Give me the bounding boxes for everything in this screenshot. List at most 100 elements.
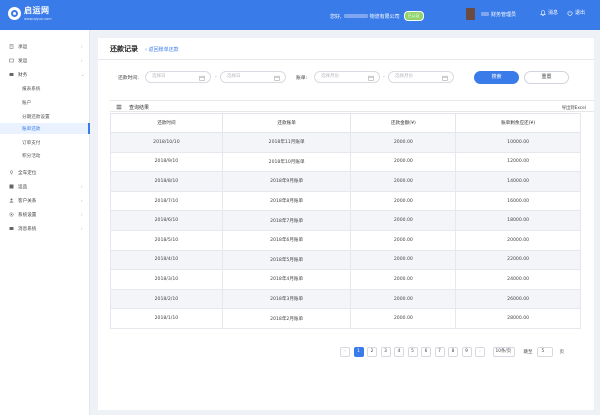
sidebar-item-vehicle-location[interactable]: 全车定位 (0, 167, 90, 178)
next-page-button[interactable]: › (475, 347, 485, 357)
table-header-row: 还款时间 还款账单 还款金额(¥) 账单剩余应还(¥) (110, 113, 581, 133)
date-end-input[interactable]: 选择日 (220, 71, 286, 83)
sidebar-item-bill-repayment[interactable]: 账单还款 (0, 123, 90, 134)
sidebar-item-installment[interactable]: 分期还款设置 (0, 111, 90, 122)
sidebar-item-shipping[interactable]: 发运 › (0, 55, 90, 66)
sidebar-item-points[interactable]: 积分活动 (0, 150, 90, 161)
month-start-input[interactable]: 选择月份 (314, 71, 380, 83)
sidebar-item-finance[interactable]: 财务 ⌄ (0, 69, 90, 80)
table-cell: 2000.00 (350, 171, 457, 192)
chevron-down-icon: ⌄ (81, 71, 85, 77)
redacted-company-prefix (343, 14, 368, 18)
table-cell: 20000.00 (455, 229, 581, 251)
logo-url: www.qiyun.com (24, 17, 52, 21)
sidebar-item-account[interactable]: 账户 (0, 97, 90, 108)
sidebar-item-label: 账单还款 (22, 126, 41, 132)
date-start-input[interactable]: 选择日 (145, 71, 211, 83)
people-icon (9, 198, 14, 203)
location-icon (10, 170, 13, 175)
table-cell: 16000.00 (455, 190, 581, 212)
chevron-right-icon: › (81, 197, 83, 203)
date-separator: - (215, 74, 217, 80)
table-cell: 2000.00 (350, 308, 457, 329)
calendar-icon (368, 75, 374, 81)
table-cell: 2018/8/10 (110, 171, 223, 192)
table-row: 2018/3/10 2018年4月账单 2000.00 24000.00 (110, 269, 581, 290)
logo[interactable]: 启运网 www.qiyun.com (8, 5, 52, 21)
chevron-right-icon: › (81, 211, 83, 217)
sidebar-item-label: 报表系统 (22, 86, 41, 92)
pagination: ‹ 1 2 3 4 5 6 7 8 9 › 10条/页 ⌄ 跳至 5 页 (340, 346, 564, 358)
month-end-placeholder: 选择月份 (395, 74, 413, 79)
sidebar: 承运 › 发运 › 财务 ⌄ 报表系统 账户 分期还款设置 账单还款 订单支付 … (0, 30, 90, 415)
table-cell: 2000.00 (350, 269, 457, 290)
sidebar-item-label: 财务 (18, 72, 28, 78)
sidebar-item-label: 客户关系 (18, 198, 37, 204)
table-row: 2018/6/10 2018年7月账单 2000.00 18000.00 (110, 210, 581, 231)
sidebar-item-messages[interactable]: 消息系统 › (0, 223, 90, 234)
page-button[interactable]: 3 (380, 347, 391, 357)
column-header: 还款金额(¥) (350, 113, 457, 133)
table-cell: 2018年3月账单 (221, 288, 352, 310)
prev-page-button[interactable]: ‹ (340, 347, 350, 357)
greeting-text: 您好, (330, 13, 342, 20)
table-cell: 2018/4/10 (110, 249, 223, 271)
results-header: 查询结果 导出到Excel (110, 100, 594, 112)
repayment-table: 还款时间 还款账单 还款金额(¥) 账单剩余应还(¥) 2018/10/10 20… (110, 113, 581, 329)
page-button[interactable]: 1 (353, 347, 364, 357)
table-cell: 2000.00 (350, 190, 457, 212)
sidebar-item-label: 消息系统 (18, 226, 37, 232)
export-excel-button[interactable]: 导出到Excel (562, 105, 586, 111)
table-cell: 2018/1/10 (110, 308, 223, 329)
month-separator: - (383, 74, 385, 80)
table-row: 2018/8/10 2018年9月账单 2000.00 14000.00 (110, 171, 581, 192)
back-link[interactable]: ‹ 返回账单还款 (145, 46, 179, 53)
sidebar-item-system-settings[interactable]: 系统设置 › (0, 209, 90, 220)
month-end-input[interactable]: 选择月份 (388, 71, 454, 83)
table-cell: 2018年9月账单 (221, 171, 352, 192)
sidebar-item-label: 系统设置 (18, 212, 37, 218)
gear-icon (9, 212, 14, 217)
bell-icon (540, 9, 546, 16)
logout-button[interactable]: 退出 (567, 9, 585, 16)
logo-name: 启运网 (24, 6, 50, 15)
table-cell: 2018/7/10 (110, 190, 223, 212)
jump-page-input[interactable]: 5 (536, 347, 553, 357)
date-start-placeholder: 选择日 (152, 74, 166, 79)
page-button[interactable]: 6 (421, 347, 431, 357)
date-end-placeholder: 选择日 (227, 74, 241, 79)
message-icon (9, 227, 14, 230)
reset-button[interactable]: 重置 (524, 71, 569, 84)
sidebar-item-label: 全车定位 (18, 170, 37, 176)
table-row: 2018/1/10 2018年2月账单 2000.00 28000.00 (110, 308, 581, 329)
page-button[interactable]: 7 (434, 347, 445, 357)
sidebar-item-goods[interactable]: 运品 › (0, 181, 90, 192)
page-button[interactable]: 4 (394, 347, 404, 357)
sidebar-item-order-payment[interactable]: 订单支付 (0, 137, 90, 148)
table-cell: 2000.00 (350, 132, 457, 153)
user-menu[interactable]: 财务管理员 (466, 8, 516, 20)
calendar-icon (274, 75, 280, 81)
calendar-icon (199, 75, 205, 81)
page-button[interactable]: 2 (367, 347, 377, 357)
column-header: 账单剩余应还(¥) (455, 113, 581, 133)
table-cell: 2018/6/10 (110, 210, 223, 231)
search-button[interactable]: 搜索 (474, 71, 519, 84)
table-cell: 2018年6月账单 (221, 229, 352, 251)
page-button[interactable]: 9 (461, 347, 472, 357)
page-title: 还款记录 (110, 45, 138, 53)
table-cell: 2000.00 (350, 210, 457, 231)
sidebar-item-carrier[interactable]: 承运 › (0, 41, 90, 52)
message-button[interactable]: 消息 (540, 9, 558, 16)
page-button[interactable]: 5 (407, 347, 418, 357)
table-cell: 12000.00 (455, 151, 581, 173)
company-name: 物流有限公司 (369, 13, 400, 20)
page-size-select[interactable]: 10条/页 ⌄ (492, 347, 515, 357)
sidebar-item-customers[interactable]: 客户关系 › (0, 195, 90, 206)
table-cell: 2000.00 (350, 151, 457, 173)
sidebar-item-reports[interactable]: 报表系统 (0, 83, 90, 94)
page-button[interactable]: 8 (448, 347, 458, 357)
verified-badge: 已认证 (403, 11, 424, 21)
table-cell: 24000.00 (455, 269, 581, 290)
table-row: 2018/9/10 2018年10月账单 2000.00 12000.00 (110, 151, 581, 173)
